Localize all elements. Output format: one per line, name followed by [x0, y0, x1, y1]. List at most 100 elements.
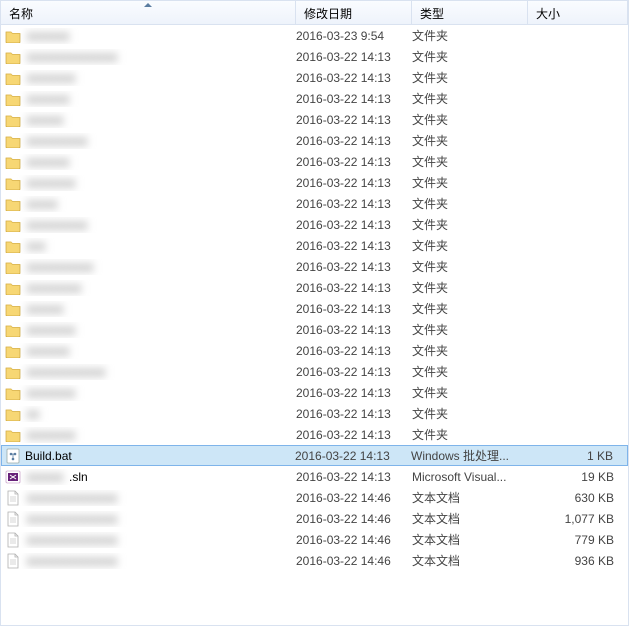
file-size: 630 KB: [528, 491, 628, 505]
folder-row[interactable]: xxxxxxxx2016-03-22 14:13文件夹: [1, 319, 628, 340]
file-name: xxxxxxxx: [25, 428, 77, 442]
txt-icon: [5, 553, 21, 569]
file-type: 文件夹: [412, 111, 528, 128]
file-date: 2016-03-22 14:13: [295, 449, 411, 463]
file-date: 2016-03-22 14:13: [296, 302, 412, 316]
file-name: xx: [25, 407, 41, 421]
file-type: 文本文档: [412, 510, 528, 527]
column-header-size[interactable]: 大小: [528, 1, 628, 24]
file-name: xxxxxx: [25, 302, 65, 316]
folder-icon: [5, 238, 21, 254]
file-date: 2016-03-22 14:13: [296, 113, 412, 127]
file-date: 2016-03-22 14:13: [296, 176, 412, 190]
file-name: xxxxxxxxxxxxxxx: [25, 512, 119, 526]
file-type: 文本文档: [412, 531, 528, 548]
file-name: xxxxxxx: [25, 344, 71, 358]
txt-icon: [5, 532, 21, 548]
folder-row[interactable]: xxxxxxxx 2016-03-22 14:13文件夹: [1, 172, 628, 193]
column-label: 修改日期: [304, 7, 352, 21]
folder-row[interactable]: xxxxx2016-03-22 14:13文件夹: [1, 193, 628, 214]
bat-icon: [5, 448, 21, 464]
file-type: 文件夹: [412, 342, 528, 359]
file-row[interactable]: xxxxxxxxxxxxxxx2016-03-22 14:46文本文档936 K…: [1, 550, 628, 571]
file-date: 2016-03-22 14:46: [296, 491, 412, 505]
folder-icon: [5, 28, 21, 44]
folder-row[interactable]: xxxxxxx2016-03-22 14:13文件夹: [1, 88, 628, 109]
file-size: 1 KB: [527, 449, 627, 463]
folder-row[interactable]: xxxxxxxxxx2016-03-22 14:13文件夹: [1, 214, 628, 235]
file-name: xxxxxxxx: [25, 176, 77, 190]
file-name: xxxxxxxxx: [25, 281, 83, 295]
folder-row[interactable]: xxxxxxxx2016-03-22 14:13文件夹: [1, 67, 628, 88]
folder-icon: [5, 49, 21, 65]
folder-row[interactable]: xxxxxxx2016-03-23 9:54文件夹: [1, 25, 628, 46]
file-row[interactable]: xxxxxxxxxxxxxxx2016-03-22 14:46文本文档630 K…: [1, 487, 628, 508]
folder-row[interactable]: xxxxxxx 2016-03-22 14:13文件夹: [1, 340, 628, 361]
file-date: 2016-03-22 14:13: [296, 281, 412, 295]
file-date: 2016-03-22 14:13: [296, 134, 412, 148]
folder-row[interactable]: xxxxxxxxxxxxx2016-03-22 14:13文件夹: [1, 361, 628, 382]
folder-icon: [5, 154, 21, 170]
file-list[interactable]: xxxxxxx2016-03-23 9:54文件夹xxxxxxxxxxxxxxx…: [1, 25, 628, 625]
folder-row[interactable]: xxxxxxxx2016-03-22 14:13文件夹: [1, 424, 628, 445]
file-name: xxxxxxxxxx: [25, 218, 89, 232]
file-date: 2016-03-22 14:13: [296, 155, 412, 169]
file-name: xxxxxx: [25, 470, 65, 484]
file-name: xxx: [25, 239, 47, 253]
column-header-date[interactable]: 修改日期: [296, 1, 412, 24]
file-size: 779 KB: [528, 533, 628, 547]
folder-row[interactable]: xxxxxx 2016-03-22 14:13文件夹: [1, 109, 628, 130]
column-header-type[interactable]: 类型: [412, 1, 528, 24]
folder-icon: [5, 175, 21, 191]
file-date: 2016-03-22 14:13: [296, 344, 412, 358]
txt-icon: [5, 511, 21, 527]
file-date: 2016-03-22 14:46: [296, 512, 412, 526]
folder-row[interactable]: xxxxxxxxxx2016-03-22 14:13文件夹: [1, 130, 628, 151]
file-name: xxxxxxxxxxxxxxx: [25, 533, 119, 547]
file-row-selected[interactable]: Build.bat2016-03-22 14:13Windows 批处理...1…: [1, 445, 628, 466]
folder-row[interactable]: xxxxxxxxxxxxxxx2016-03-22 14:13文件夹: [1, 46, 628, 67]
folder-icon: [5, 343, 21, 359]
file-type: 文件夹: [412, 174, 528, 191]
column-label: 大小: [536, 7, 560, 21]
file-type: 文件夹: [412, 258, 528, 275]
file-name: xxxxx: [25, 197, 59, 211]
file-name: xxxxxxxx: [25, 386, 77, 400]
file-name: xxxxxxx: [25, 29, 71, 43]
file-type: 文件夹: [412, 27, 528, 44]
file-name: xxxxxx: [25, 113, 65, 127]
file-name: xxxxxxxxxxxxxxx: [25, 50, 119, 64]
folder-icon: [5, 364, 21, 380]
file-row[interactable]: xxxxxxxxxxxxxxx2016-03-22 14:46文本文档779 K…: [1, 529, 628, 550]
file-name: xxxxxxxxxxxxxxx: [25, 491, 119, 505]
file-date: 2016-03-22 14:13: [296, 260, 412, 274]
sln-icon: [5, 469, 21, 485]
folder-icon: [5, 301, 21, 317]
folder-icon: [5, 70, 21, 86]
file-row[interactable]: xxxxxx.sln2016-03-22 14:13Microsoft Visu…: [1, 466, 628, 487]
folder-row[interactable]: xx2016-03-22 14:13文件夹: [1, 403, 628, 424]
file-type: 文件夹: [412, 69, 528, 86]
folder-row[interactable]: xxxxxxx2016-03-22 14:13文件夹: [1, 151, 628, 172]
folder-row[interactable]: xxxxxxxx2016-03-22 14:13文件夹: [1, 382, 628, 403]
sort-ascending-icon: [144, 3, 152, 7]
folder-row[interactable]: xxxxxxxxx2016-03-22 14:13文件夹: [1, 277, 628, 298]
file-type: 文件夹: [412, 300, 528, 317]
folder-icon: [5, 196, 21, 212]
folder-row[interactable]: xxx2016-03-22 14:13文件夹: [1, 235, 628, 256]
file-name: xxxxxxxxxxx: [25, 260, 95, 274]
folder-row[interactable]: xxxxxx 2016-03-22 14:13文件夹: [1, 298, 628, 319]
file-date: 2016-03-22 14:13: [296, 50, 412, 64]
file-date: 2016-03-22 14:13: [296, 428, 412, 442]
file-date: 2016-03-22 14:13: [296, 386, 412, 400]
folder-row[interactable]: xxxxxxxxxxx 2016-03-22 14:13文件夹: [1, 256, 628, 277]
folder-icon: [5, 259, 21, 275]
file-type: 文件夹: [412, 321, 528, 338]
file-date: 2016-03-22 14:13: [296, 470, 412, 484]
file-type: 文件夹: [412, 132, 528, 149]
folder-icon: [5, 133, 21, 149]
column-header-name[interactable]: 名称: [1, 1, 296, 24]
file-type: Windows 批处理...: [411, 447, 527, 464]
file-row[interactable]: xxxxxxxxxxxxxxx2016-03-22 14:46文本文档1,077…: [1, 508, 628, 529]
file-date: 2016-03-22 14:13: [296, 92, 412, 106]
